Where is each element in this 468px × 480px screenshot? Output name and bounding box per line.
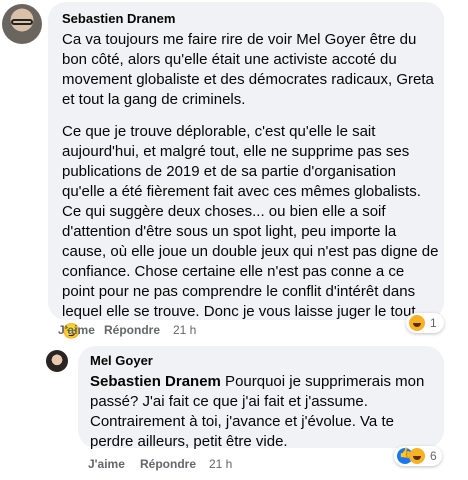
haha-emoji xyxy=(409,315,425,331)
comment-text-paragraph-1: Ca va toujours me faire rire de voir Mel… xyxy=(62,31,434,108)
reply-text: Sebastien Dranem Pourquoi je supprimerai… xyxy=(90,372,430,452)
reaction-count: 1 xyxy=(430,316,437,330)
care-emoji xyxy=(409,448,425,464)
reply-avatar[interactable] xyxy=(46,350,68,372)
comment-reactions[interactable]: 1 xyxy=(406,313,444,333)
commenter-avatar[interactable] xyxy=(2,4,42,44)
reply-timestamp[interactable]: 21 h xyxy=(209,457,232,471)
reply-mention[interactable]: Sebastien Dranem xyxy=(90,373,221,390)
reaction-count: 6 xyxy=(430,449,437,463)
reply-button[interactable]: Répondre xyxy=(104,323,160,337)
like-button[interactable]: J'aime xyxy=(88,457,125,471)
comment-text-paragraph-2: Ce que je trouve déplorable, c'est qu'el… xyxy=(62,123,439,340)
comment-timestamp[interactable]: 21 h xyxy=(173,323,196,337)
reply-author[interactable]: Mel Goyer xyxy=(90,353,153,368)
reply-button[interactable]: Répondre xyxy=(140,457,196,471)
reply-reactions[interactable]: 6 xyxy=(394,446,442,466)
like-button[interactable]: J'aime xyxy=(58,323,95,337)
comment-author[interactable]: Sebastien Dranem xyxy=(62,11,175,26)
glasses-shape xyxy=(11,19,33,25)
